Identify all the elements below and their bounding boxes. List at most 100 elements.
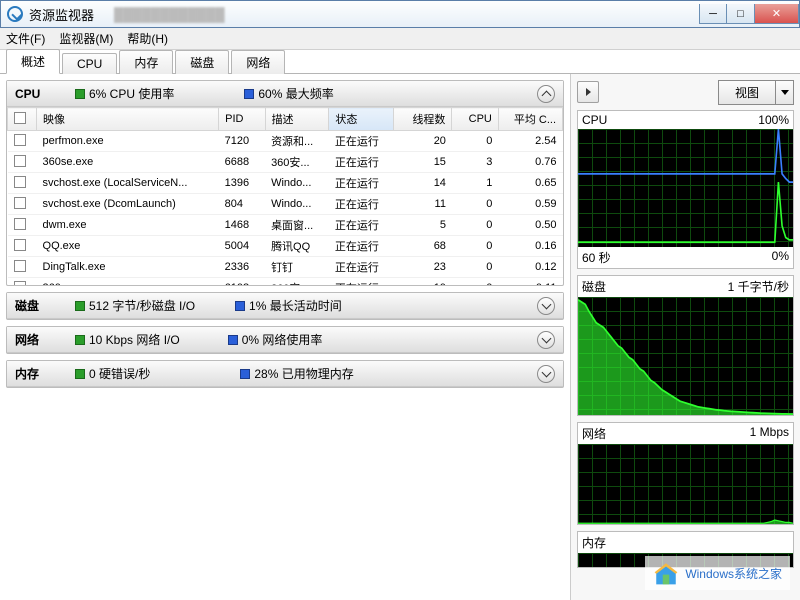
cell-cpu: 0 [452,215,498,236]
mem-used-label: 28% 已用物理内存 [254,365,353,382]
menu-monitor[interactable]: 监视器(M) [59,30,113,47]
col-avgcpu[interactable]: 平均 C... [498,108,562,131]
row-checkbox[interactable] [14,155,26,167]
close-button[interactable]: ✕ [755,4,799,24]
expand-toggle[interactable] [537,297,555,315]
cell-pid: 5004 [219,236,265,257]
table-row[interactable]: perfmon.exe7120资源和...正在运行2002.54 [8,131,563,152]
watermark-text: Windows系统之家 [685,565,782,582]
cell-avg: 0.59 [498,194,562,215]
expand-toggle[interactable] [537,331,555,349]
checkbox-all[interactable] [14,112,26,124]
cell-threads: 15 [394,152,452,173]
tab-network[interactable]: 网络 [231,50,285,74]
disk-chart-label: 磁盘 [582,278,606,295]
row-checkbox[interactable] [14,218,26,230]
tab-memory[interactable]: 内存 [119,50,173,74]
cell-image: svchost.exe (DcomLaunch) [37,194,219,215]
disk-active-label: 1% 最长活动时间 [249,297,342,314]
cell-image: dwm.exe [37,215,219,236]
tab-cpu[interactable]: CPU [62,53,117,74]
collapse-toggle[interactable] [537,85,555,103]
cell-threads: 10 [394,278,452,286]
menu-file[interactable]: 文件(F) [6,30,45,47]
table-row[interactable]: DingTalk.exe2336钉钉正在运行2300.12 [8,257,563,278]
cpu-chart-xlabel: 60 秒 [582,249,611,266]
disk-chart-max: 1 千字节/秒 [728,278,789,295]
cpu-chart-xright: 0% [772,249,789,266]
disk-chart: 磁盘 1 千字节/秒 [577,275,794,416]
disk-section-header[interactable]: 磁盘 512 字节/秒磁盘 I/O 1% 最长活动时间 [7,293,563,319]
blurred-text: ████████████ [114,7,225,22]
col-desc[interactable]: 描述 [265,108,329,131]
cpu-section-header[interactable]: CPU 6% CPU 使用率 60% 最大频率 [7,81,563,107]
green-square-icon [75,369,85,379]
cell-desc: Windo... [265,173,329,194]
left-pane: CPU 6% CPU 使用率 60% 最大频率 映像 PID 描述 状态 线程数… [0,74,570,600]
table-row[interactable]: 360se.exe6688360安...正在运行1530.76 [8,152,563,173]
menu-help[interactable]: 帮助(H) [127,30,168,47]
cell-threads: 5 [394,215,452,236]
col-threads[interactable]: 线程数 [394,108,452,131]
minimize-button[interactable]: ─ [699,4,727,24]
net-chart-max: 1 Mbps [750,425,789,442]
cell-threads: 14 [394,173,452,194]
cell-status: 正在运行 [329,131,394,152]
view-dropdown[interactable] [776,80,794,105]
cpu-chart: CPU100% 60 秒0% [577,110,794,269]
cell-threads: 68 [394,236,452,257]
table-row[interactable]: svchost.exe (LocalServiceN...1396Windo..… [8,173,563,194]
net-chart-label: 网络 [582,425,606,442]
col-cpu[interactable]: CPU [452,108,498,131]
table-row[interactable]: dwm.exe1468桌面窗...正在运行500.50 [8,215,563,236]
cell-status: 正在运行 [329,194,394,215]
process-table: 映像 PID 描述 状态 线程数 CPU 平均 C... perfmon.exe… [7,107,563,285]
network-section-title: 网络 [15,331,65,348]
row-checkbox[interactable] [14,260,26,272]
table-row[interactable]: QQ.exe5004腾讯QQ正在运行6800.16 [8,236,563,257]
cell-avg: 0.50 [498,215,562,236]
view-button[interactable]: 视图 [718,80,776,105]
memory-section-header[interactable]: 内存 0 硬错误/秒 28% 已用物理内存 [7,361,563,387]
blue-square-icon [228,335,238,345]
cell-cpu: 3 [452,152,498,173]
row-checkbox[interactable] [14,281,26,286]
cell-status: 正在运行 [329,173,394,194]
cpu-section-title: CPU [15,87,65,101]
memory-section: 内存 0 硬错误/秒 28% 已用物理内存 [6,360,564,388]
cell-cpu: 0 [452,278,498,286]
tab-overview[interactable]: 概述 [6,49,60,74]
maximize-button[interactable]: □ [727,4,755,24]
row-checkbox[interactable] [14,239,26,251]
row-checkbox[interactable] [14,197,26,209]
row-checkbox[interactable] [14,134,26,146]
table-row[interactable]: svchost.exe (DcomLaunch)804Windo...正在运行1… [8,194,563,215]
cell-pid: 2336 [219,257,265,278]
net-chart: 网络 1 Mbps [577,422,794,525]
cpu-section: CPU 6% CPU 使用率 60% 最大频率 映像 PID 描述 状态 线程数… [6,80,564,286]
cell-avg: 0.16 [498,236,562,257]
row-checkbox[interactable] [14,176,26,188]
tab-disk[interactable]: 磁盘 [175,50,229,74]
menubar: 文件(F) 监视器(M) 帮助(H) [0,28,800,50]
cell-cpu: 0 [452,194,498,215]
col-image[interactable]: 映像 [37,108,219,131]
cell-pid: 804 [219,194,265,215]
cell-status: 正在运行 [329,278,394,286]
nav-forward-button[interactable] [577,81,599,103]
house-icon [653,560,679,586]
cell-image: QQ.exe [37,236,219,257]
network-section-header[interactable]: 网络 10 Kbps 网络 I/O 0% 网络使用率 [7,327,563,353]
mem-faults-label: 0 硬错误/秒 [89,365,150,382]
titlebar[interactable]: 资源监视器 ████████████ ─ □ ✕ [0,0,800,28]
cell-image: DingTalk.exe [37,257,219,278]
col-status[interactable]: 状态 [329,108,394,131]
col-pid[interactable]: PID [219,108,265,131]
expand-toggle[interactable] [537,365,555,383]
watermark: Windows系统之家 [645,556,790,590]
table-row[interactable]: 360se.exe6108360安...正在运行1000.11 [8,278,563,286]
blue-square-icon [244,89,254,99]
memory-section-title: 内存 [15,365,65,382]
cell-image: 360se.exe [37,278,219,286]
cell-desc: 360安... [265,278,329,286]
